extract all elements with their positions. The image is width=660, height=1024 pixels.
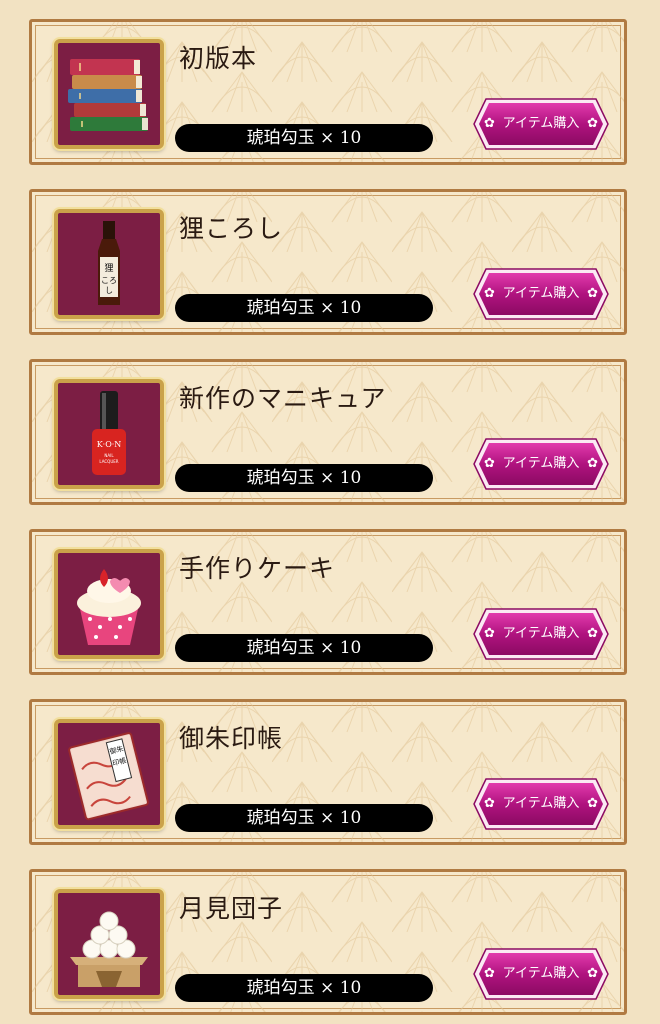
buy-item-button[interactable]: ✿ アイテム購入 ✿ bbox=[472, 267, 610, 321]
flower-icon: ✿ bbox=[587, 966, 598, 981]
cupcake-icon bbox=[77, 569, 141, 645]
svg-text:し: し bbox=[105, 286, 113, 295]
tsukimi-dango-icon bbox=[70, 911, 148, 987]
item-price: 琥珀勾玉 × 10 bbox=[175, 634, 433, 662]
item-name: 狸ころし bbox=[179, 214, 284, 243]
nail-polish-icon: K·O·N NAIL LACQUER bbox=[92, 391, 126, 475]
item-thumbnail: 狸 ころ し bbox=[54, 209, 164, 319]
item-name: 御朱印帳 bbox=[179, 724, 284, 753]
item-price: 琥珀勾玉 × 10 bbox=[175, 464, 433, 492]
item-thumbnail: K·O·N NAIL LACQUER bbox=[54, 379, 164, 489]
buy-item-button[interactable]: ✿ アイテム購入 ✿ bbox=[472, 437, 610, 491]
flower-icon: ✿ bbox=[587, 796, 598, 811]
item-price: 琥珀勾玉 × 10 bbox=[175, 124, 433, 152]
flower-icon: ✿ bbox=[587, 456, 598, 471]
item-thumbnail bbox=[54, 39, 164, 149]
svg-text:ころ: ころ bbox=[101, 276, 117, 285]
list-item: 初版本 琥珀勾玉 × 10 ✿ アイテム購入 ✿ bbox=[29, 19, 627, 165]
item-name: 初版本 bbox=[179, 44, 258, 73]
list-item: 手作りケーキ 琥珀勾玉 × 10 ✿ アイテム購入 ✿ bbox=[29, 529, 627, 675]
svg-text:LACQUER: LACQUER bbox=[99, 459, 118, 464]
item-thumbnail bbox=[54, 549, 164, 659]
flower-icon: ✿ bbox=[587, 286, 598, 301]
item-price: 琥珀勾玉 × 10 bbox=[175, 974, 433, 1002]
item-price: 琥珀勾玉 × 10 bbox=[175, 294, 433, 322]
buy-item-button[interactable]: ✿ アイテム購入 ✿ bbox=[472, 777, 610, 831]
item-list: 初版本 琥珀勾玉 × 10 ✿ アイテム購入 ✿ 狸 ころ し 狸ころし 琥珀勾… bbox=[0, 0, 660, 1024]
flower-icon: ✿ bbox=[587, 116, 598, 131]
svg-text:狸: 狸 bbox=[104, 263, 113, 274]
buy-item-button[interactable]: ✿ アイテム購入 ✿ bbox=[472, 947, 610, 1001]
list-item: 月見団子 琥珀勾玉 × 10 ✿ アイテム購入 ✿ bbox=[29, 869, 627, 1015]
books-icon bbox=[68, 59, 148, 131]
item-name: 手作りケーキ bbox=[179, 554, 336, 583]
buy-item-button[interactable]: ✿ アイテム購入 ✿ bbox=[472, 97, 610, 151]
svg-text:NAIL: NAIL bbox=[104, 453, 114, 458]
item-name: 月見団子 bbox=[179, 894, 284, 923]
list-item: K·O·N NAIL LACQUER 新作のマニキュア 琥珀勾玉 × 10 ✿ … bbox=[29, 359, 627, 505]
goshuin-book-icon: 御朱 印帳 bbox=[68, 732, 149, 821]
buy-item-button[interactable]: ✿ アイテム購入 ✿ bbox=[472, 607, 610, 661]
list-item: 狸 ころ し 狸ころし 琥珀勾玉 × 10 ✿ アイテム購入 ✿ bbox=[29, 189, 627, 335]
item-name: 新作のマニキュア bbox=[179, 384, 387, 413]
flower-icon: ✿ bbox=[587, 626, 598, 641]
svg-text:K·O·N: K·O·N bbox=[97, 440, 122, 449]
item-price: 琥珀勾玉 × 10 bbox=[175, 804, 433, 832]
item-thumbnail: 御朱 印帳 bbox=[54, 719, 164, 829]
sake-bottle-icon: 狸 ころ し bbox=[98, 221, 120, 305]
item-thumbnail bbox=[54, 889, 164, 999]
list-item: 御朱 印帳 御朱印帳 琥珀勾玉 × 10 ✿ アイテム購入 ✿ bbox=[29, 699, 627, 845]
